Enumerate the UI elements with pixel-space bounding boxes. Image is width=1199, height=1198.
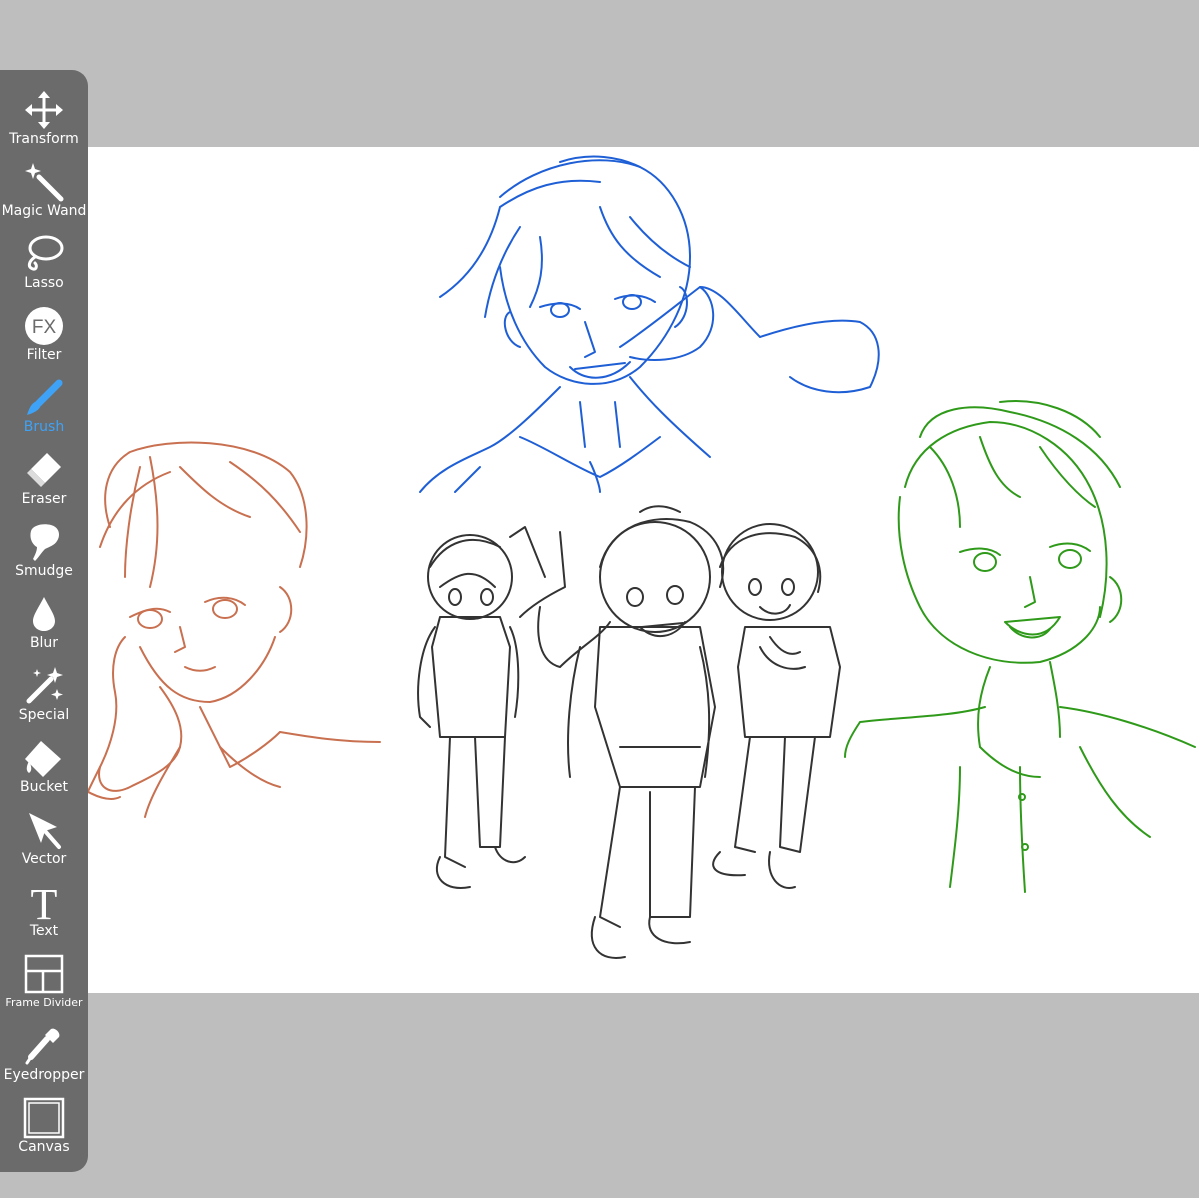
magic-wand-icon: [22, 160, 66, 204]
black-chibi-center: [509, 505, 725, 959]
tool-filter[interactable]: FX Filter: [0, 298, 88, 370]
frame-divider-icon: [22, 952, 66, 996]
tool-label: Eyedropper: [3, 1067, 85, 1083]
tool-eraser[interactable]: Eraser: [0, 442, 88, 514]
fx-icon: FX: [22, 304, 66, 348]
tool-eyedropper[interactable]: Eyedropper: [0, 1018, 88, 1090]
tool-bucket[interactable]: Bucket: [0, 730, 88, 802]
special-sparkle-icon: [22, 664, 66, 708]
tool-label: Vector: [21, 851, 67, 867]
text-t-icon-text: T: [31, 881, 58, 923]
smudge-icon: [22, 520, 66, 564]
tool-frame-divider[interactable]: Frame Divider: [0, 946, 88, 1018]
tool-label: Special: [18, 707, 70, 723]
tool-smudge[interactable]: Smudge: [0, 514, 88, 586]
tool-lasso[interactable]: Lasso: [0, 226, 88, 298]
tool-brush[interactable]: Brush: [0, 370, 88, 442]
eyedropper-icon: [22, 1024, 66, 1068]
orange-character-sketch: [74, 441, 381, 823]
tool-label: Filter: [26, 347, 62, 363]
tool-label: Eraser: [21, 491, 67, 507]
black-chibi-right: [712, 523, 841, 889]
tool-label: Lasso: [24, 275, 64, 291]
eraser-icon: [22, 448, 66, 492]
tool-canvas[interactable]: Canvas: [0, 1090, 88, 1162]
tool-vector[interactable]: Vector: [0, 802, 88, 874]
canvas-icon: [22, 1096, 66, 1140]
tool-transform[interactable]: Transform: [0, 82, 88, 154]
bucket-icon: [22, 736, 66, 780]
tool-label: Smudge: [15, 563, 73, 579]
brush-icon: [22, 376, 66, 420]
move-arrows-icon: [22, 88, 66, 132]
tool-sidebar: Transform Magic Wand Lasso FX Filter Bru…: [0, 70, 88, 1172]
tool-label: Frame Divider: [5, 996, 83, 1009]
tool-text[interactable]: T Text: [0, 874, 88, 946]
tool-label: Canvas: [18, 1139, 70, 1155]
blur-drop-icon: [22, 592, 66, 636]
green-character-sketch: [844, 400, 1196, 893]
drawing-canvas[interactable]: [0, 147, 1199, 993]
text-t-icon: T: [22, 880, 66, 924]
tool-label: Brush: [23, 419, 65, 435]
vector-cursor-icon: [22, 808, 66, 852]
blue-character-sketch: [419, 155, 880, 493]
lasso-icon: [22, 232, 66, 276]
black-chibi-left: [417, 534, 526, 889]
tool-blur[interactable]: Blur: [0, 586, 88, 658]
tool-magic-wand[interactable]: Magic Wand: [0, 154, 88, 226]
fx-icon-text: FX: [32, 317, 57, 338]
tool-special[interactable]: Special: [0, 658, 88, 730]
tool-label: Magic Wand: [1, 203, 87, 219]
tool-label: Transform: [9, 131, 79, 147]
tool-label: Blur: [29, 635, 59, 651]
tool-label: Bucket: [20, 779, 68, 795]
tool-label: Text: [29, 923, 59, 939]
